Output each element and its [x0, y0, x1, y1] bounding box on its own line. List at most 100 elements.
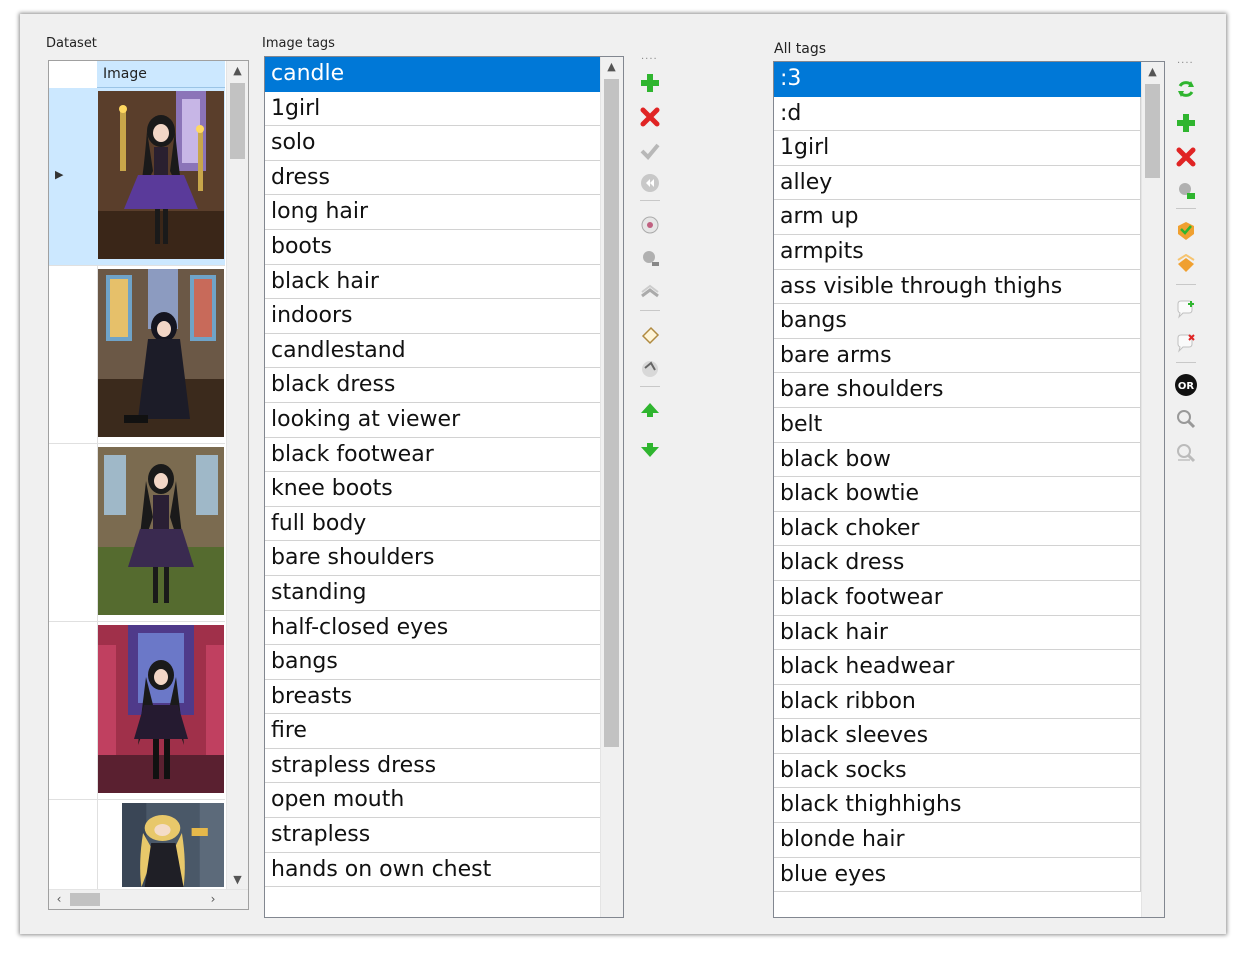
- scroll-up-icon[interactable]: ▲: [601, 57, 622, 77]
- scroll-left-icon[interactable]: ‹: [49, 890, 69, 909]
- all-tag-item[interactable]: black choker: [774, 511, 1141, 547]
- row-header[interactable]: [49, 444, 98, 621]
- or-filter-icon[interactable]: OR: [1173, 372, 1199, 398]
- all-tags-scrollbar[interactable]: ▲: [1141, 62, 1164, 917]
- add-to-selected-icon[interactable]: [1173, 218, 1199, 244]
- image-tags-scrollbar[interactable]: ▲: [600, 57, 623, 917]
- scroll-thumb[interactable]: [604, 79, 619, 747]
- image-tag-item[interactable]: black dress: [265, 368, 601, 403]
- row-header[interactable]: [49, 622, 98, 799]
- all-tag-item[interactable]: bare arms: [774, 338, 1141, 374]
- image-tag-item[interactable]: solo: [265, 126, 601, 161]
- dataset-row[interactable]: [49, 266, 225, 444]
- dataset-row[interactable]: [49, 444, 225, 622]
- move-up-icon[interactable]: [637, 398, 663, 424]
- all-tag-item[interactable]: black hair: [774, 615, 1141, 651]
- all-tag-item[interactable]: blue eyes: [774, 857, 1141, 893]
- image-tag-item[interactable]: bangs: [265, 645, 601, 680]
- thumbnail-image[interactable]: [98, 447, 224, 615]
- add-to-all-icon[interactable]: [1173, 252, 1199, 278]
- move-down-icon[interactable]: [637, 436, 663, 462]
- all-tag-item[interactable]: :3: [774, 62, 1141, 97]
- image-tag-item[interactable]: knee boots: [265, 472, 601, 507]
- toolbar-grip[interactable]: ····: [641, 54, 658, 65]
- image-tag-item[interactable]: strapless dress: [265, 748, 601, 784]
- image-column-header[interactable]: Image: [97, 61, 225, 88]
- dataset-row[interactable]: [49, 622, 225, 800]
- edit-tag-icon[interactable]: [637, 322, 663, 348]
- remove-tag-icon[interactable]: [1173, 144, 1199, 170]
- all-tag-item[interactable]: black bowtie: [774, 477, 1141, 512]
- thumbnail-image[interactable]: [98, 625, 224, 793]
- all-tag-item[interactable]: belt: [774, 407, 1141, 443]
- all-tag-item[interactable]: black headwear: [774, 650, 1141, 685]
- image-tag-item[interactable]: full body: [265, 506, 601, 542]
- image-tag-item[interactable]: boots: [265, 229, 601, 265]
- remove-tag-icon[interactable]: [637, 104, 663, 130]
- dataset-vertical-scrollbar[interactable]: ▲ ▼: [226, 61, 248, 890]
- all-tag-item[interactable]: black thighhighs: [774, 788, 1141, 824]
- dataset-grid[interactable]: Image ▶ ▲ ▼ ‹ ›: [48, 60, 249, 910]
- image-tag-item[interactable]: long hair: [265, 195, 601, 230]
- image-tag-item[interactable]: dress: [265, 160, 601, 196]
- add-comment-icon[interactable]: [1173, 296, 1199, 322]
- all-tag-item[interactable]: black sleeves: [774, 719, 1141, 754]
- all-tag-item[interactable]: blonde hair: [774, 823, 1141, 858]
- all-tag-item[interactable]: black footwear: [774, 580, 1141, 616]
- paste-tags-icon[interactable]: [637, 356, 663, 382]
- undo-icon[interactable]: [637, 170, 663, 196]
- copy-tags-icon[interactable]: [637, 280, 663, 306]
- scroll-down-icon[interactable]: ▼: [227, 870, 248, 890]
- image-tag-item[interactable]: black hair: [265, 264, 601, 300]
- toolbar-grip[interactable]: ····: [1177, 58, 1194, 69]
- all-tag-item[interactable]: ass visible through thighs: [774, 269, 1141, 305]
- image-tag-item[interactable]: bare shoulders: [265, 541, 601, 576]
- scroll-right-icon[interactable]: ›: [203, 890, 223, 909]
- all-tag-item[interactable]: armpits: [774, 234, 1141, 270]
- all-tag-item[interactable]: bare shoulders: [774, 373, 1141, 408]
- image-tag-item[interactable]: hands on own chest: [265, 852, 601, 888]
- zoom-out-icon[interactable]: [1173, 440, 1199, 466]
- all-tag-item[interactable]: arm up: [774, 200, 1141, 235]
- dataset-horizontal-scrollbar[interactable]: ‹ ›: [49, 889, 248, 909]
- all-tag-item[interactable]: alley: [774, 165, 1141, 201]
- scroll-up-icon[interactable]: ▲: [227, 61, 248, 81]
- zoom-in-icon[interactable]: [1173, 406, 1199, 432]
- add-tag-icon[interactable]: [1173, 110, 1199, 136]
- all-tag-item[interactable]: black bow: [774, 442, 1141, 478]
- all-tag-item[interactable]: black dress: [774, 546, 1141, 581]
- thumbnail-image[interactable]: [122, 803, 224, 887]
- find-replace-icon[interactable]: [1173, 178, 1199, 204]
- image-tag-item[interactable]: indoors: [265, 299, 601, 334]
- add-tag-icon[interactable]: [637, 70, 663, 96]
- all-tag-item[interactable]: black ribbon: [774, 684, 1141, 720]
- apply-check-icon[interactable]: [637, 138, 663, 164]
- all-tag-item[interactable]: :d: [774, 96, 1141, 132]
- scroll-thumb[interactable]: [230, 83, 245, 159]
- refresh-icon[interactable]: [1173, 76, 1199, 102]
- image-tag-item[interactable]: candle: [265, 57, 601, 92]
- all-tags-list[interactable]: :3:d 1girl alley arm up armpits ass visible t…: [773, 61, 1165, 918]
- all-tag-item[interactable]: 1girl: [774, 131, 1141, 166]
- image-tag-item[interactable]: half-closed eyes: [265, 610, 601, 646]
- image-tag-item[interactable]: 1girl: [265, 91, 601, 127]
- image-tags-list[interactable]: candle 1girl solo dress long hair boots black …: [264, 56, 624, 918]
- search-person-icon[interactable]: [637, 246, 663, 272]
- thumbnail-image[interactable]: [98, 91, 224, 259]
- replace-tag-icon[interactable]: [637, 212, 663, 238]
- row-header[interactable]: [49, 266, 98, 443]
- image-tag-item[interactable]: looking at viewer: [265, 402, 601, 438]
- scroll-up-icon[interactable]: ▲: [1142, 62, 1163, 82]
- all-tag-item[interactable]: black socks: [774, 753, 1141, 789]
- remove-comment-icon[interactable]: [1173, 330, 1199, 356]
- image-tag-item[interactable]: standing: [265, 575, 601, 611]
- image-tag-item[interactable]: breasts: [265, 679, 601, 715]
- thumbnail-image[interactable]: [98, 269, 224, 437]
- scroll-thumb[interactable]: [70, 893, 100, 906]
- image-tag-item[interactable]: candlestand: [265, 333, 601, 369]
- scroll-thumb[interactable]: [1145, 84, 1160, 178]
- image-tag-item[interactable]: black footwear: [265, 437, 601, 473]
- all-tag-item[interactable]: bangs: [774, 304, 1141, 339]
- image-tag-item[interactable]: open mouth: [265, 783, 601, 819]
- dataset-row[interactable]: ▶: [49, 88, 225, 266]
